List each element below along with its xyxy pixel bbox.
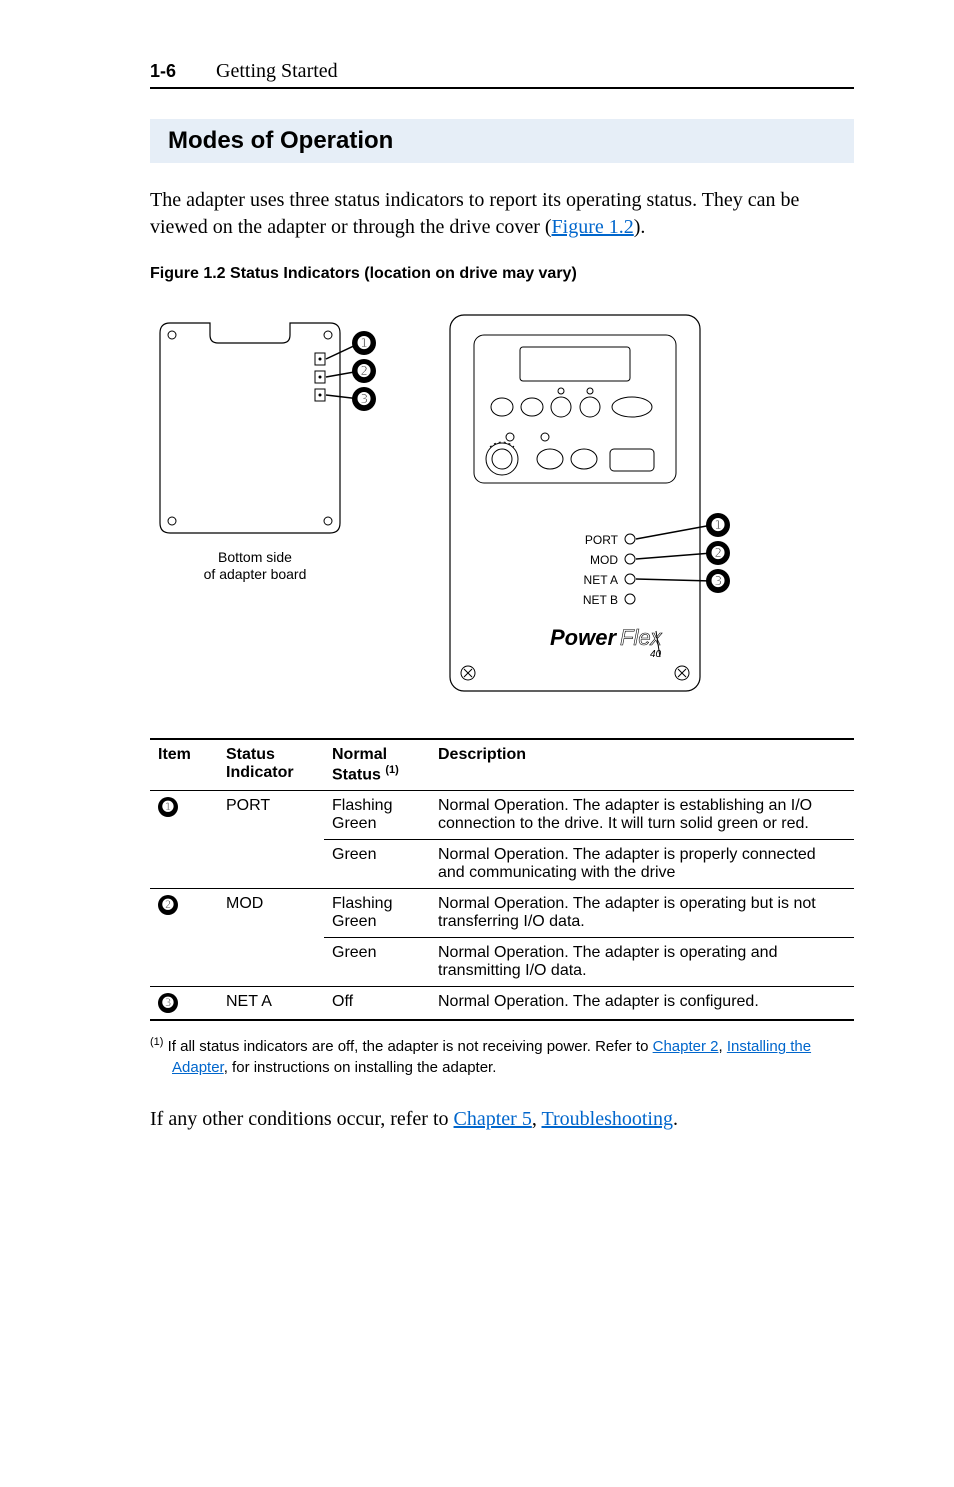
cell-status: Off: [324, 987, 430, 1021]
callout-2-icon: ➋: [352, 359, 376, 383]
table-header-row: Item Status Indicator Normal Status (1) …: [150, 739, 854, 791]
cell-description: Normal Operation. The adapter is configu…: [430, 987, 854, 1021]
figure-link[interactable]: Figure 1.2: [552, 216, 634, 238]
diagram-drive-front: PORT MOD NET A NET B Power Flex 40: [440, 313, 740, 698]
callout-2-icon: ➋: [706, 541, 730, 565]
status-indicator-table: Item Status Indicator Normal Status (1) …: [150, 738, 854, 1021]
col-description: Description: [430, 739, 854, 791]
page-header: 1-6 Getting Started: [150, 60, 854, 89]
item-2-icon: ➋: [158, 895, 178, 915]
drive-front-svg: PORT MOD NET A NET B Power Flex 40: [440, 313, 740, 693]
callout-3-icon: ➌: [706, 569, 730, 593]
adapter-caption: Bottom side of adapter board: [150, 549, 360, 583]
table-footnote: (1) If all status indicators are off, th…: [150, 1035, 854, 1078]
chapter-2-link[interactable]: Chapter 2: [653, 1038, 719, 1055]
table-row: ➊ PORT Flashing Green Normal Operation. …: [150, 791, 854, 840]
intro-paragraph: The adapter uses three status indicators…: [150, 187, 854, 241]
cell-indicator: NET A: [218, 987, 324, 1021]
svg-text:40: 40: [650, 649, 662, 660]
figure-area: ➊ ➋ ➌ Bottom side of adapter board: [150, 313, 854, 698]
troubleshooting-link[interactable]: Troubleshooting: [541, 1108, 673, 1130]
cell-description: Normal Operation. The adapter is operati…: [430, 889, 854, 938]
figure-caption: Figure 1.2 Status Indicators (location o…: [150, 265, 854, 283]
svg-text:NET B: NET B: [583, 593, 618, 607]
callout-1-icon: ➊: [352, 331, 376, 355]
cell-indicator: MOD: [218, 889, 324, 987]
page-number: 1-6: [150, 61, 176, 82]
cell-status: Flashing Green: [324, 889, 430, 938]
cell-status: Flashing Green: [324, 791, 430, 840]
svg-text:Flex: Flex: [620, 625, 663, 650]
diagram-adapter-board: ➊ ➋ ➌ Bottom side of adapter board: [150, 313, 360, 583]
cell-status: Green: [324, 938, 430, 987]
para-text: The adapter uses three status indicators…: [150, 189, 799, 238]
callout-1-icon: ➊: [706, 513, 730, 537]
col-item: Item: [150, 739, 218, 791]
cell-description: Normal Operation. The adapter is properl…: [430, 840, 854, 889]
item-3-icon: ➌: [158, 993, 178, 1013]
col-indicator: Status Indicator: [218, 739, 324, 791]
footnote-text: If all status indicators are off, the ad…: [168, 1038, 653, 1055]
svg-text:PORT: PORT: [585, 533, 619, 547]
table-row: ➋ MOD Flashing Green Normal Operation. T…: [150, 889, 854, 938]
cell-description: Normal Operation. The adapter is establi…: [430, 791, 854, 840]
section-title-bar: Modes of Operation: [150, 119, 854, 163]
item-1-icon: ➊: [158, 797, 178, 817]
page-content: 1-6 Getting Started Modes of Operation T…: [0, 0, 954, 1217]
footnote-marker: (1): [150, 1036, 163, 1048]
section-title: Modes of Operation: [168, 127, 393, 154]
cell-status: Green: [324, 840, 430, 889]
col-status: Normal Status (1): [324, 739, 430, 791]
cell-indicator: PORT: [218, 791, 324, 889]
callout-3-icon: ➌: [352, 387, 376, 411]
chapter-title: Getting Started: [216, 60, 338, 83]
closing-paragraph: If any other conditions occur, refer to …: [150, 1106, 854, 1133]
para-text: ).: [634, 216, 646, 238]
svg-text:Power: Power: [550, 625, 617, 650]
adapter-board-svg: [150, 313, 360, 543]
cell-description: Normal Operation. The adapter is operati…: [430, 938, 854, 987]
svg-text:MOD: MOD: [590, 553, 618, 567]
svg-text:NET A: NET A: [584, 573, 618, 587]
table-row: ➌ NET A Off Normal Operation. The adapte…: [150, 987, 854, 1021]
chapter-5-link[interactable]: Chapter 5: [454, 1108, 532, 1130]
